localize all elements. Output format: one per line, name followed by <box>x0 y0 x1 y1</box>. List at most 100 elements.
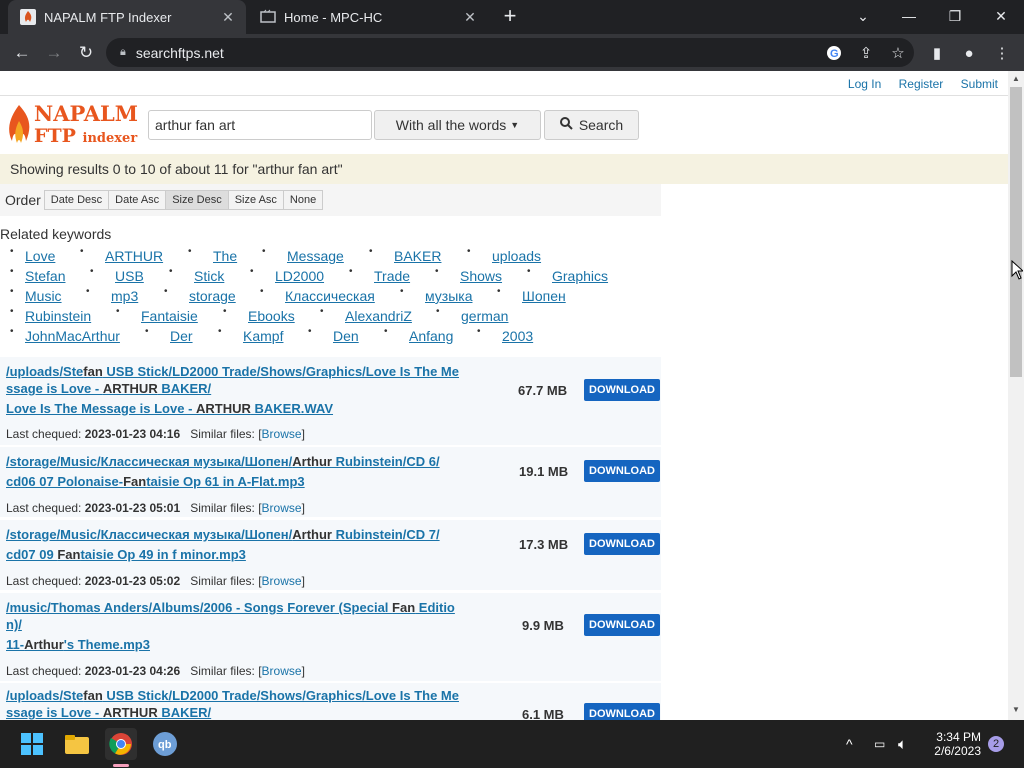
search-input[interactable]: arthur fan art <box>148 110 372 140</box>
site-logo[interactable]: NAPALM FTP indexer <box>4 101 138 149</box>
file-size: 6.1 MB <box>522 707 564 720</box>
keyword-link[interactable]: Trade <box>374 268 410 284</box>
order-size-asc[interactable]: Size Asc <box>227 190 284 210</box>
keyword-link[interactable]: LD2000 <box>275 268 324 284</box>
result-path-link[interactable]: /storage/Music/Классическая музыка/Шопен… <box>6 526 496 543</box>
file-size: 19.1 MB <box>519 464 569 479</box>
keyword-link[interactable]: Kampf <box>243 328 283 344</box>
file-explorer-icon[interactable] <box>61 728 93 760</box>
browse-link[interactable]: Browse <box>262 574 302 588</box>
scroll-thumb[interactable] <box>1010 87 1022 377</box>
keyword-link[interactable]: BAKER <box>394 248 441 264</box>
keyword-link[interactable]: Классическая <box>285 288 375 304</box>
keyword-link[interactable]: USB <box>115 268 144 284</box>
result-file-link[interactable]: Love Is The Message is Love - ARTHUR BAK… <box>6 400 496 417</box>
login-link[interactable]: Log In <box>848 77 881 91</box>
keyword-link[interactable]: The <box>213 248 237 264</box>
keyword-link[interactable]: 2003 <box>502 328 533 344</box>
svg-text:G: G <box>830 48 839 60</box>
keyword-link[interactable]: AlexandriZ <box>345 308 412 324</box>
close-window-icon[interactable]: ✕ <box>978 0 1024 32</box>
keyword-link[interactable]: Anfang <box>409 328 453 344</box>
tab-search-icon[interactable]: ⌄ <box>840 0 886 32</box>
order-size-desc[interactable]: Size Desc <box>165 190 229 210</box>
network-icon[interactable]: ▭ <box>874 720 885 768</box>
keyword-link[interactable]: mp3 <box>111 288 138 304</box>
minimize-icon[interactable]: — <box>886 0 932 32</box>
keyword-link[interactable]: Rubinstein <box>25 308 91 324</box>
tab-mpc[interactable]: Home - MPC-HC ✕ <box>248 0 488 34</box>
close-tab-icon[interactable]: ✕ <box>218 9 238 26</box>
bullet-icon: • <box>145 326 149 337</box>
download-button[interactable]: DOWNLOAD <box>584 614 660 636</box>
keyword-link[interactable]: Fantaisie <box>141 308 198 324</box>
search-button[interactable]: Search <box>544 110 639 140</box>
keyword-link[interactable]: Graphics <box>552 268 608 284</box>
forward-icon[interactable]: → <box>41 40 67 66</box>
keyword-link[interactable]: storage <box>189 288 236 304</box>
scroll-up-icon[interactable]: ▲ <box>1011 74 1021 86</box>
keyword-link[interactable]: Music <box>25 288 62 304</box>
keyword-link[interactable]: ARTHUR <box>105 248 163 264</box>
keyword-link[interactable]: Stefan <box>25 268 65 284</box>
keyword-link[interactable]: Der <box>170 328 193 344</box>
search-icon <box>559 117 573 133</box>
result-path-link[interactable]: /uploads/Stefan USB Stick/LD2000 Trade/S… <box>6 687 496 720</box>
keyword-link[interactable]: german <box>461 308 508 324</box>
page-scrollbar[interactable]: ▲ ▼ <box>1008 71 1024 720</box>
windows-start-icon[interactable] <box>16 728 48 760</box>
keyword-link[interactable]: Шопен <box>522 288 566 304</box>
keyword-link[interactable]: Love <box>25 248 55 264</box>
new-tab-icon[interactable]: + <box>498 5 522 29</box>
reload-icon[interactable]: ↻ <box>73 40 99 66</box>
keyword-link[interactable]: музыка <box>425 288 472 304</box>
keyword-link[interactable]: Stick <box>194 268 224 284</box>
register-link[interactable]: Register <box>899 77 944 91</box>
tab-napalm[interactable]: NAPALM FTP Indexer ✕ <box>8 0 246 34</box>
result-path-link[interactable]: /uploads/Stefan USB Stick/LD2000 Trade/S… <box>6 363 496 397</box>
bullet-icon: • <box>435 266 439 277</box>
order-none[interactable]: None <box>282 190 324 210</box>
result-meta: Last chequed: 2023-01-23 04:26 Similar f… <box>6 664 305 678</box>
order-bar: Order Date Desc Date Asc Size Desc Size … <box>0 184 661 216</box>
google-icon[interactable]: G <box>824 43 844 63</box>
search-mode-dropdown[interactable]: With all the words ▼ <box>374 110 541 140</box>
keyword-link[interactable]: Ebooks <box>248 308 295 324</box>
keyword-link[interactable]: JohnMacArthur <box>25 328 120 344</box>
keyword-link[interactable]: Den <box>333 328 359 344</box>
back-icon[interactable]: ← <box>9 40 35 66</box>
keyword-link[interactable]: Shows <box>460 268 502 284</box>
order-date-desc[interactable]: Date Desc <box>43 190 110 210</box>
keyword-link[interactable]: uploads <box>492 248 541 264</box>
restore-icon[interactable]: ❐ <box>932 0 978 32</box>
download-button[interactable]: DOWNLOAD <box>584 533 660 555</box>
result-file-link[interactable]: 11-Arthur's Theme.mp3 <box>6 636 496 653</box>
chrome-icon[interactable] <box>105 728 137 760</box>
qbittorrent-icon[interactable]: qb <box>149 728 181 760</box>
keyword-link[interactable]: Message <box>287 248 344 264</box>
address-bar[interactable]: 🔒︎ searchftps.net <box>106 38 914 67</box>
result-file-link[interactable]: cd06 07 Polonaise-Fantaisie Op 61 in A-F… <box>6 473 496 490</box>
volume-icon[interactable]: 🔈︎ <box>898 720 907 768</box>
download-button[interactable]: DOWNLOAD <box>584 460 660 482</box>
download-button[interactable]: DOWNLOAD <box>584 379 660 401</box>
menu-icon[interactable]: ⋮ <box>992 43 1012 63</box>
submit-link[interactable]: Submit <box>961 77 998 91</box>
clock[interactable]: 3:34 PM 2/6/2023 <box>929 720 981 768</box>
share-icon[interactable]: ⇪ <box>856 43 876 63</box>
result-path-link[interactable]: /music/Thomas Anders/Albums/2006 - Songs… <box>6 599 496 633</box>
side-panel-icon[interactable]: ▮ <box>927 43 947 63</box>
browse-link[interactable]: Browse <box>262 501 302 515</box>
order-date-asc[interactable]: Date Asc <box>108 190 167 210</box>
close-tab-icon[interactable]: ✕ <box>460 9 480 26</box>
show-hidden-icons-icon[interactable]: ^ <box>846 720 853 768</box>
notification-badge[interactable]: 2 <box>988 736 1004 752</box>
browse-link[interactable]: Browse <box>262 664 302 678</box>
download-button[interactable]: DOWNLOAD <box>584 703 660 720</box>
bookmark-star-icon[interactable]: ☆ <box>888 43 908 63</box>
browse-link[interactable]: Browse <box>262 427 302 441</box>
scroll-down-icon[interactable]: ▼ <box>1011 705 1021 717</box>
result-path-link[interactable]: /storage/Music/Классическая музыка/Шопен… <box>6 453 496 470</box>
result-file-link[interactable]: cd07 09 Fantaisie Op 49 in f minor.mp3 <box>6 546 496 563</box>
profile-icon[interactable]: ● <box>959 43 979 63</box>
